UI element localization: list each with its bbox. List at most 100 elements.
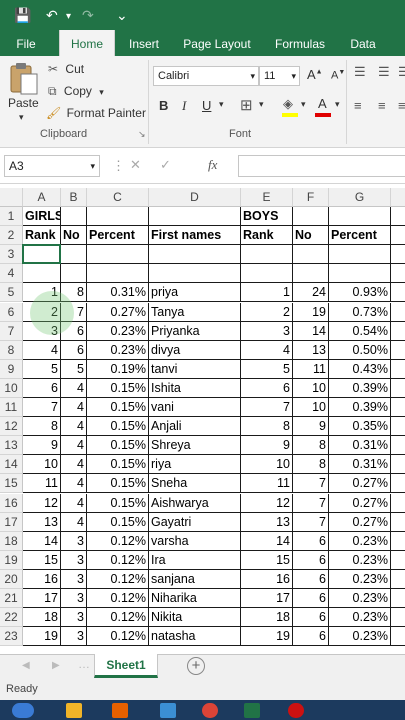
- paste-dropdown-icon[interactable]: ▾: [19, 112, 24, 123]
- cell-f5[interactable]: 24: [293, 283, 329, 303]
- cell-d13[interactable]: Shreya: [149, 436, 241, 456]
- cell-f20[interactable]: 6: [293, 569, 329, 589]
- cell-f6[interactable]: 19: [293, 302, 329, 322]
- row-header[interactable]: 12: [0, 417, 23, 437]
- cell-a8[interactable]: 4: [23, 340, 61, 360]
- cell-f19[interactable]: 6: [293, 550, 329, 570]
- cell-b8[interactable]: 6: [61, 340, 87, 360]
- cell-partial[interactable]: [391, 283, 405, 303]
- cell-partial[interactable]: [391, 627, 405, 647]
- cell-b1[interactable]: [61, 207, 87, 227]
- cell-f12[interactable]: 9: [293, 417, 329, 437]
- cell-b3[interactable]: [61, 245, 87, 265]
- fill-color-button[interactable]: ◈: [282, 96, 298, 118]
- cell-partial[interactable]: [391, 589, 405, 609]
- cell-a14[interactable]: 10: [23, 455, 61, 475]
- align-bottom-icon[interactable]: ☰: [398, 64, 405, 80]
- cell-c16[interactable]: 0.15%: [87, 493, 149, 513]
- column-header-b[interactable]: B: [61, 188, 87, 207]
- cell-a4[interactable]: [23, 264, 61, 284]
- cell-partial[interactable]: [391, 207, 405, 227]
- cell-d5[interactable]: priya: [149, 283, 241, 303]
- column-header-e[interactable]: E: [241, 188, 293, 207]
- cell-partial[interactable]: [391, 570, 405, 589]
- tab-formulas[interactable]: Formulas: [268, 30, 332, 56]
- cell-b19[interactable]: 3: [61, 550, 87, 570]
- fill-color-dropdown-icon[interactable]: ▾: [301, 99, 306, 110]
- row-header[interactable]: 15: [0, 474, 23, 494]
- align-middle-icon[interactable]: ☰: [378, 64, 390, 80]
- tab-page-layout[interactable]: Page Layout: [180, 30, 254, 56]
- cell-c6[interactable]: 0.27%: [87, 302, 149, 322]
- cell-d18[interactable]: varsha: [149, 531, 241, 551]
- cell-b14[interactable]: 4: [61, 455, 87, 475]
- italic-button[interactable]: I: [182, 98, 186, 114]
- cell-partial[interactable]: [391, 417, 405, 437]
- row-header[interactable]: 8: [0, 340, 23, 360]
- cell-a19[interactable]: 15: [23, 550, 61, 570]
- row-header[interactable]: 16: [0, 493, 23, 513]
- cell-partial[interactable]: [391, 551, 405, 570]
- cell-partial[interactable]: [391, 226, 405, 246]
- cell-c8[interactable]: 0.23%: [87, 340, 149, 360]
- cell-d8[interactable]: divya: [149, 340, 241, 360]
- cell-c12[interactable]: 0.15%: [87, 417, 149, 437]
- tab-file[interactable]: File: [6, 30, 46, 56]
- align-left-icon[interactable]: ≡: [354, 98, 362, 113]
- scroll-left-icon[interactable]: ◀: [22, 660, 30, 671]
- cell-partial[interactable]: [391, 379, 405, 398]
- cell-e1[interactable]: BOYS: [241, 207, 293, 227]
- cell-f15[interactable]: 7: [293, 474, 329, 494]
- cell-a2[interactable]: Rank: [23, 226, 61, 246]
- cell-a15[interactable]: 11: [23, 474, 61, 494]
- cell-g1[interactable]: [329, 207, 391, 227]
- copy-button[interactable]: ⧉ Copy ▾: [48, 84, 104, 99]
- select-all-corner[interactable]: [0, 188, 23, 207]
- cell-d12[interactable]: Anjali: [149, 417, 241, 437]
- cell-b9[interactable]: 5: [61, 359, 87, 379]
- cell-f10[interactable]: 10: [293, 378, 329, 398]
- cell-f13[interactable]: 8: [293, 436, 329, 456]
- cell-g23[interactable]: 0.23%: [329, 627, 391, 647]
- cell-d7[interactable]: Priyanka: [149, 321, 241, 341]
- font-size-select[interactable]: 11 ▾: [259, 66, 300, 86]
- cell-a22[interactable]: 18: [23, 608, 61, 628]
- cell-b18[interactable]: 3: [61, 531, 87, 551]
- cell-partial[interactable]: [391, 474, 405, 494]
- cell-a9[interactable]: 5: [23, 359, 61, 379]
- cell-g5[interactable]: 0.93%: [329, 283, 391, 303]
- cell-a17[interactable]: 13: [23, 512, 61, 532]
- cell-d6[interactable]: Tanya: [149, 302, 241, 322]
- cell-c10[interactable]: 0.15%: [87, 378, 149, 398]
- formula-input[interactable]: [238, 155, 405, 177]
- undo-icon[interactable]: ↶: [46, 5, 58, 25]
- recorder-icon[interactable]: [288, 703, 304, 718]
- cell-d15[interactable]: Sneha: [149, 474, 241, 494]
- clipboard-launcher-icon[interactable]: ↘: [138, 129, 146, 140]
- cell-f22[interactable]: 6: [293, 608, 329, 628]
- cell-a16[interactable]: 12: [23, 493, 61, 513]
- cell-e5[interactable]: 1: [241, 283, 293, 303]
- cell-f18[interactable]: 6: [293, 531, 329, 551]
- format-painter-button[interactable]: 🖌 Format Painter: [46, 106, 146, 120]
- column-header-f[interactable]: F: [293, 188, 329, 207]
- cell-partial[interactable]: [391, 608, 405, 628]
- firefox-icon[interactable]: [112, 703, 128, 718]
- cell-g18[interactable]: 0.23%: [329, 531, 391, 551]
- cell-b16[interactable]: 4: [61, 493, 87, 513]
- insert-function-button[interactable]: fx: [208, 157, 217, 173]
- cell-c1[interactable]: [87, 207, 149, 227]
- cell-b21[interactable]: 3: [61, 589, 87, 609]
- cell-f21[interactable]: 6: [293, 589, 329, 609]
- row-header[interactable]: 10: [0, 378, 23, 398]
- cell-g12[interactable]: 0.35%: [329, 417, 391, 437]
- row-header[interactable]: 22: [0, 608, 23, 628]
- cell-b4[interactable]: [61, 264, 87, 284]
- start-button-icon[interactable]: [12, 703, 34, 718]
- cell-c4[interactable]: [87, 264, 149, 284]
- font-color-dropdown-icon[interactable]: ▾: [335, 99, 340, 110]
- cell-d16[interactable]: Aishwarya: [149, 493, 241, 513]
- row-header[interactable]: 19: [0, 550, 23, 570]
- cell-g3[interactable]: [329, 245, 391, 265]
- cell-c21[interactable]: 0.12%: [87, 589, 149, 609]
